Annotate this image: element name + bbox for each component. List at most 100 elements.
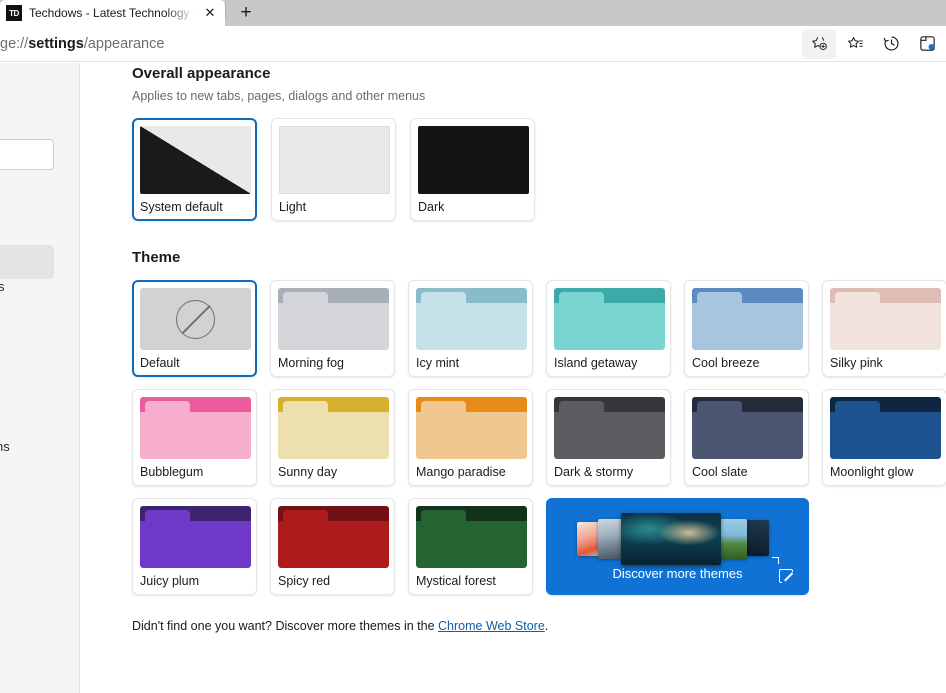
- theme-preview-body: [554, 412, 665, 459]
- appearance-option-label: System default: [140, 200, 249, 216]
- theme-card[interactable]: Juicy plum: [132, 498, 257, 595]
- settings-sidebar: s ns: [0, 63, 80, 693]
- theme-card-label: Spicy red: [278, 574, 387, 588]
- theme-card-label: Sunny day: [278, 465, 387, 479]
- chrome-web-store-link[interactable]: Chrome Web Store: [438, 619, 545, 633]
- theme-preview-tab: [145, 401, 190, 412]
- theme-preview-body: [830, 303, 941, 350]
- settings-content: Overall appearance Applies to new tabs, …: [80, 63, 946, 693]
- theme-preview-body: [140, 412, 251, 459]
- theme-card[interactable]: Moonlight glow: [822, 389, 946, 486]
- appearance-option-light[interactable]: Light: [271, 118, 396, 221]
- theme-preview-tab: [283, 401, 328, 412]
- sidebar-item-selected[interactable]: [0, 245, 54, 279]
- appearance-option-system-default[interactable]: System default: [132, 118, 257, 221]
- theme-card-label: Island getaway: [554, 356, 663, 370]
- theme-card-label: Morning fog: [278, 356, 387, 370]
- theme-preview-tab: [283, 510, 328, 521]
- theme-card[interactable]: Morning fog: [270, 280, 395, 377]
- theme-card-label: Moonlight glow: [830, 465, 939, 479]
- theme-footnote: Didn't find one you want? Discover more …: [132, 619, 946, 633]
- theme-preview: [554, 288, 665, 350]
- tab-divider: [225, 3, 226, 19]
- theme-card[interactable]: Island getaway: [546, 280, 671, 377]
- theme-preview-body: [692, 303, 803, 350]
- theme-preview: [692, 288, 803, 350]
- theme-card-label: Dark & stormy: [554, 465, 663, 479]
- theme-card[interactable]: Icy mint: [408, 280, 533, 377]
- close-icon[interactable]: ✕: [202, 5, 218, 21]
- theme-card[interactable]: Mystical forest: [408, 498, 533, 595]
- search-input[interactable]: [0, 139, 54, 170]
- footnote-text-before: Didn't find one you want? Discover more …: [132, 619, 438, 633]
- discover-more-themes-label: Discover more themes: [546, 566, 809, 581]
- theme-preview: [140, 506, 251, 568]
- appearance-option-dark[interactable]: Dark: [410, 118, 535, 221]
- theme-thumbnail-fan: [563, 508, 793, 560]
- address-bar[interactable]: ge://settings/appearance: [0, 30, 802, 58]
- theme-preview-tab: [145, 510, 190, 521]
- browser-window: TD Techdows - Latest Technology N ✕ + ge…: [0, 0, 946, 693]
- theme-preview-body: [278, 521, 389, 568]
- theme-card-label: Icy mint: [416, 356, 525, 370]
- theme-card-label: Juicy plum: [140, 574, 249, 588]
- theme-card[interactable]: Cool breeze: [684, 280, 809, 377]
- theme-card[interactable]: Default: [132, 280, 257, 377]
- theme-preview: [692, 397, 803, 459]
- overall-appearance-subtitle: Applies to new tabs, pages, dialogs and …: [132, 89, 946, 103]
- theme-preview: [554, 397, 665, 459]
- theme-preview-body: [554, 303, 665, 350]
- theme-card[interactable]: Silky pink: [822, 280, 946, 377]
- theme-preview-tab: [559, 401, 604, 412]
- settings-page: s ns Overall appearance Applies to new t…: [0, 63, 946, 693]
- address-bar-text: ge://settings/appearance: [0, 36, 164, 52]
- theme-preview: [278, 397, 389, 459]
- browser-toolbar: ge://settings/appearance: [0, 26, 946, 62]
- theme-card[interactable]: Cool slate: [684, 389, 809, 486]
- theme-card[interactable]: Dark & stormy: [546, 389, 671, 486]
- theme-card[interactable]: Spicy red: [270, 498, 395, 595]
- theme-preview: [830, 397, 941, 459]
- theme-card[interactable]: Mango paradise: [408, 389, 533, 486]
- preview-light: [279, 126, 390, 194]
- url-prefix: ge://: [0, 36, 28, 52]
- add-favorite-icon[interactable]: [802, 29, 836, 59]
- history-icon[interactable]: [874, 29, 908, 59]
- theme-card-label: Mango paradise: [416, 465, 525, 479]
- theme-preview: [416, 506, 527, 568]
- theme-preview: [416, 288, 527, 350]
- discover-more-themes-card[interactable]: Discover more themes: [546, 498, 809, 595]
- theme-card-label: Silky pink: [830, 356, 939, 370]
- theme-preview-tab: [421, 401, 466, 412]
- theme-preview-tab: [697, 401, 742, 412]
- theme-preview-tab: [421, 510, 466, 521]
- preview-system-default: [140, 126, 251, 194]
- theme-preview-body: [416, 303, 527, 350]
- theme-grid: Default Morning fog Icy mint Island getaway…: [132, 280, 946, 595]
- theme-thumbnail: [621, 513, 721, 565]
- theme-card-label: Cool slate: [692, 465, 801, 479]
- footnote-text-after: .: [545, 619, 548, 633]
- theme-preview: [278, 288, 389, 350]
- theme-preview: [416, 397, 527, 459]
- theme-preview: [830, 288, 941, 350]
- sidebar-item-label-b: ns: [0, 439, 10, 454]
- theme-preview-tab: [835, 292, 880, 303]
- favorites-icon[interactable]: [838, 29, 872, 59]
- preview-dark: [418, 126, 529, 194]
- external-link-icon[interactable]: [779, 569, 793, 583]
- tab-favicon: TD: [6, 5, 22, 21]
- theme-card[interactable]: Bubblegum: [132, 389, 257, 486]
- overall-appearance-heading: Overall appearance: [132, 65, 946, 82]
- theme-preview-body: [416, 412, 527, 459]
- appearance-options: System default Light Dark: [132, 118, 946, 221]
- no-theme-icon: [176, 300, 215, 339]
- theme-preview-body: [416, 521, 527, 568]
- toolbar-actions: [802, 29, 946, 59]
- collections-icon[interactable]: [910, 29, 944, 59]
- tab-title: Techdows - Latest Technology N: [29, 6, 195, 20]
- new-tab-button[interactable]: +: [232, 1, 260, 25]
- browser-tab-active[interactable]: TD Techdows - Latest Technology N ✕: [0, 0, 225, 26]
- theme-card[interactable]: Sunny day: [270, 389, 395, 486]
- theme-preview-tab: [559, 292, 604, 303]
